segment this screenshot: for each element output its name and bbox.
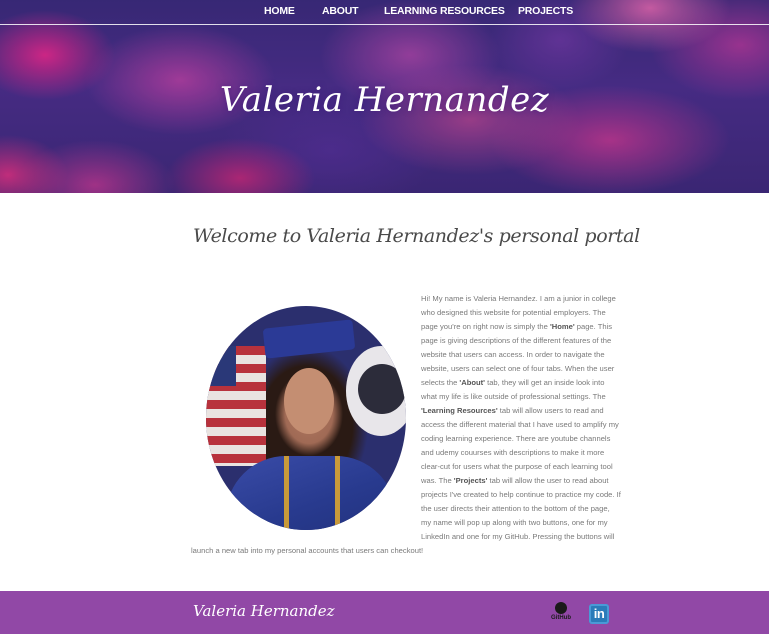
bio-home-tab: 'Home' bbox=[549, 322, 575, 331]
bio-paragraph: Hi! My name is Valeria Hernandez. I am a… bbox=[191, 292, 621, 558]
github-button[interactable]: GitHub bbox=[549, 602, 573, 626]
bio-projects-tab: 'Projects' bbox=[453, 476, 488, 485]
nav-about-link[interactable]: ABOUT bbox=[322, 5, 359, 17]
photo-spacer bbox=[191, 292, 421, 544]
linkedin-button[interactable]: in bbox=[589, 604, 609, 624]
footer-name: Valeria Hernandez bbox=[193, 602, 335, 620]
bio-learning-tab: 'Learning Resources' bbox=[421, 406, 498, 415]
top-nav: HOME ABOUT LEARNING RESOURCES PROJECTS bbox=[0, 0, 769, 25]
github-icon bbox=[555, 602, 567, 614]
footer-bar: Valeria Hernandez GitHub bbox=[0, 591, 769, 634]
github-label: GitHub bbox=[551, 615, 571, 621]
nav-projects-link[interactable]: PROJECTS bbox=[518, 5, 573, 17]
linkedin-icon: in bbox=[593, 606, 605, 621]
nav-home-link[interactable]: HOME bbox=[264, 5, 295, 17]
hero-banner: HOME ABOUT LEARNING RESOURCES PROJECTS V… bbox=[0, 0, 769, 193]
bio-about-tab: 'About' bbox=[459, 378, 485, 387]
welcome-heading: Welcome to Valeria Hernandez's personal … bbox=[193, 225, 640, 247]
bio-text-4: tab will allow users to read and access … bbox=[421, 406, 619, 485]
nav-learning-resources-link[interactable]: LEARNING RESOURCES bbox=[384, 5, 505, 17]
hero-title: Valeria Hernandez bbox=[219, 80, 550, 120]
